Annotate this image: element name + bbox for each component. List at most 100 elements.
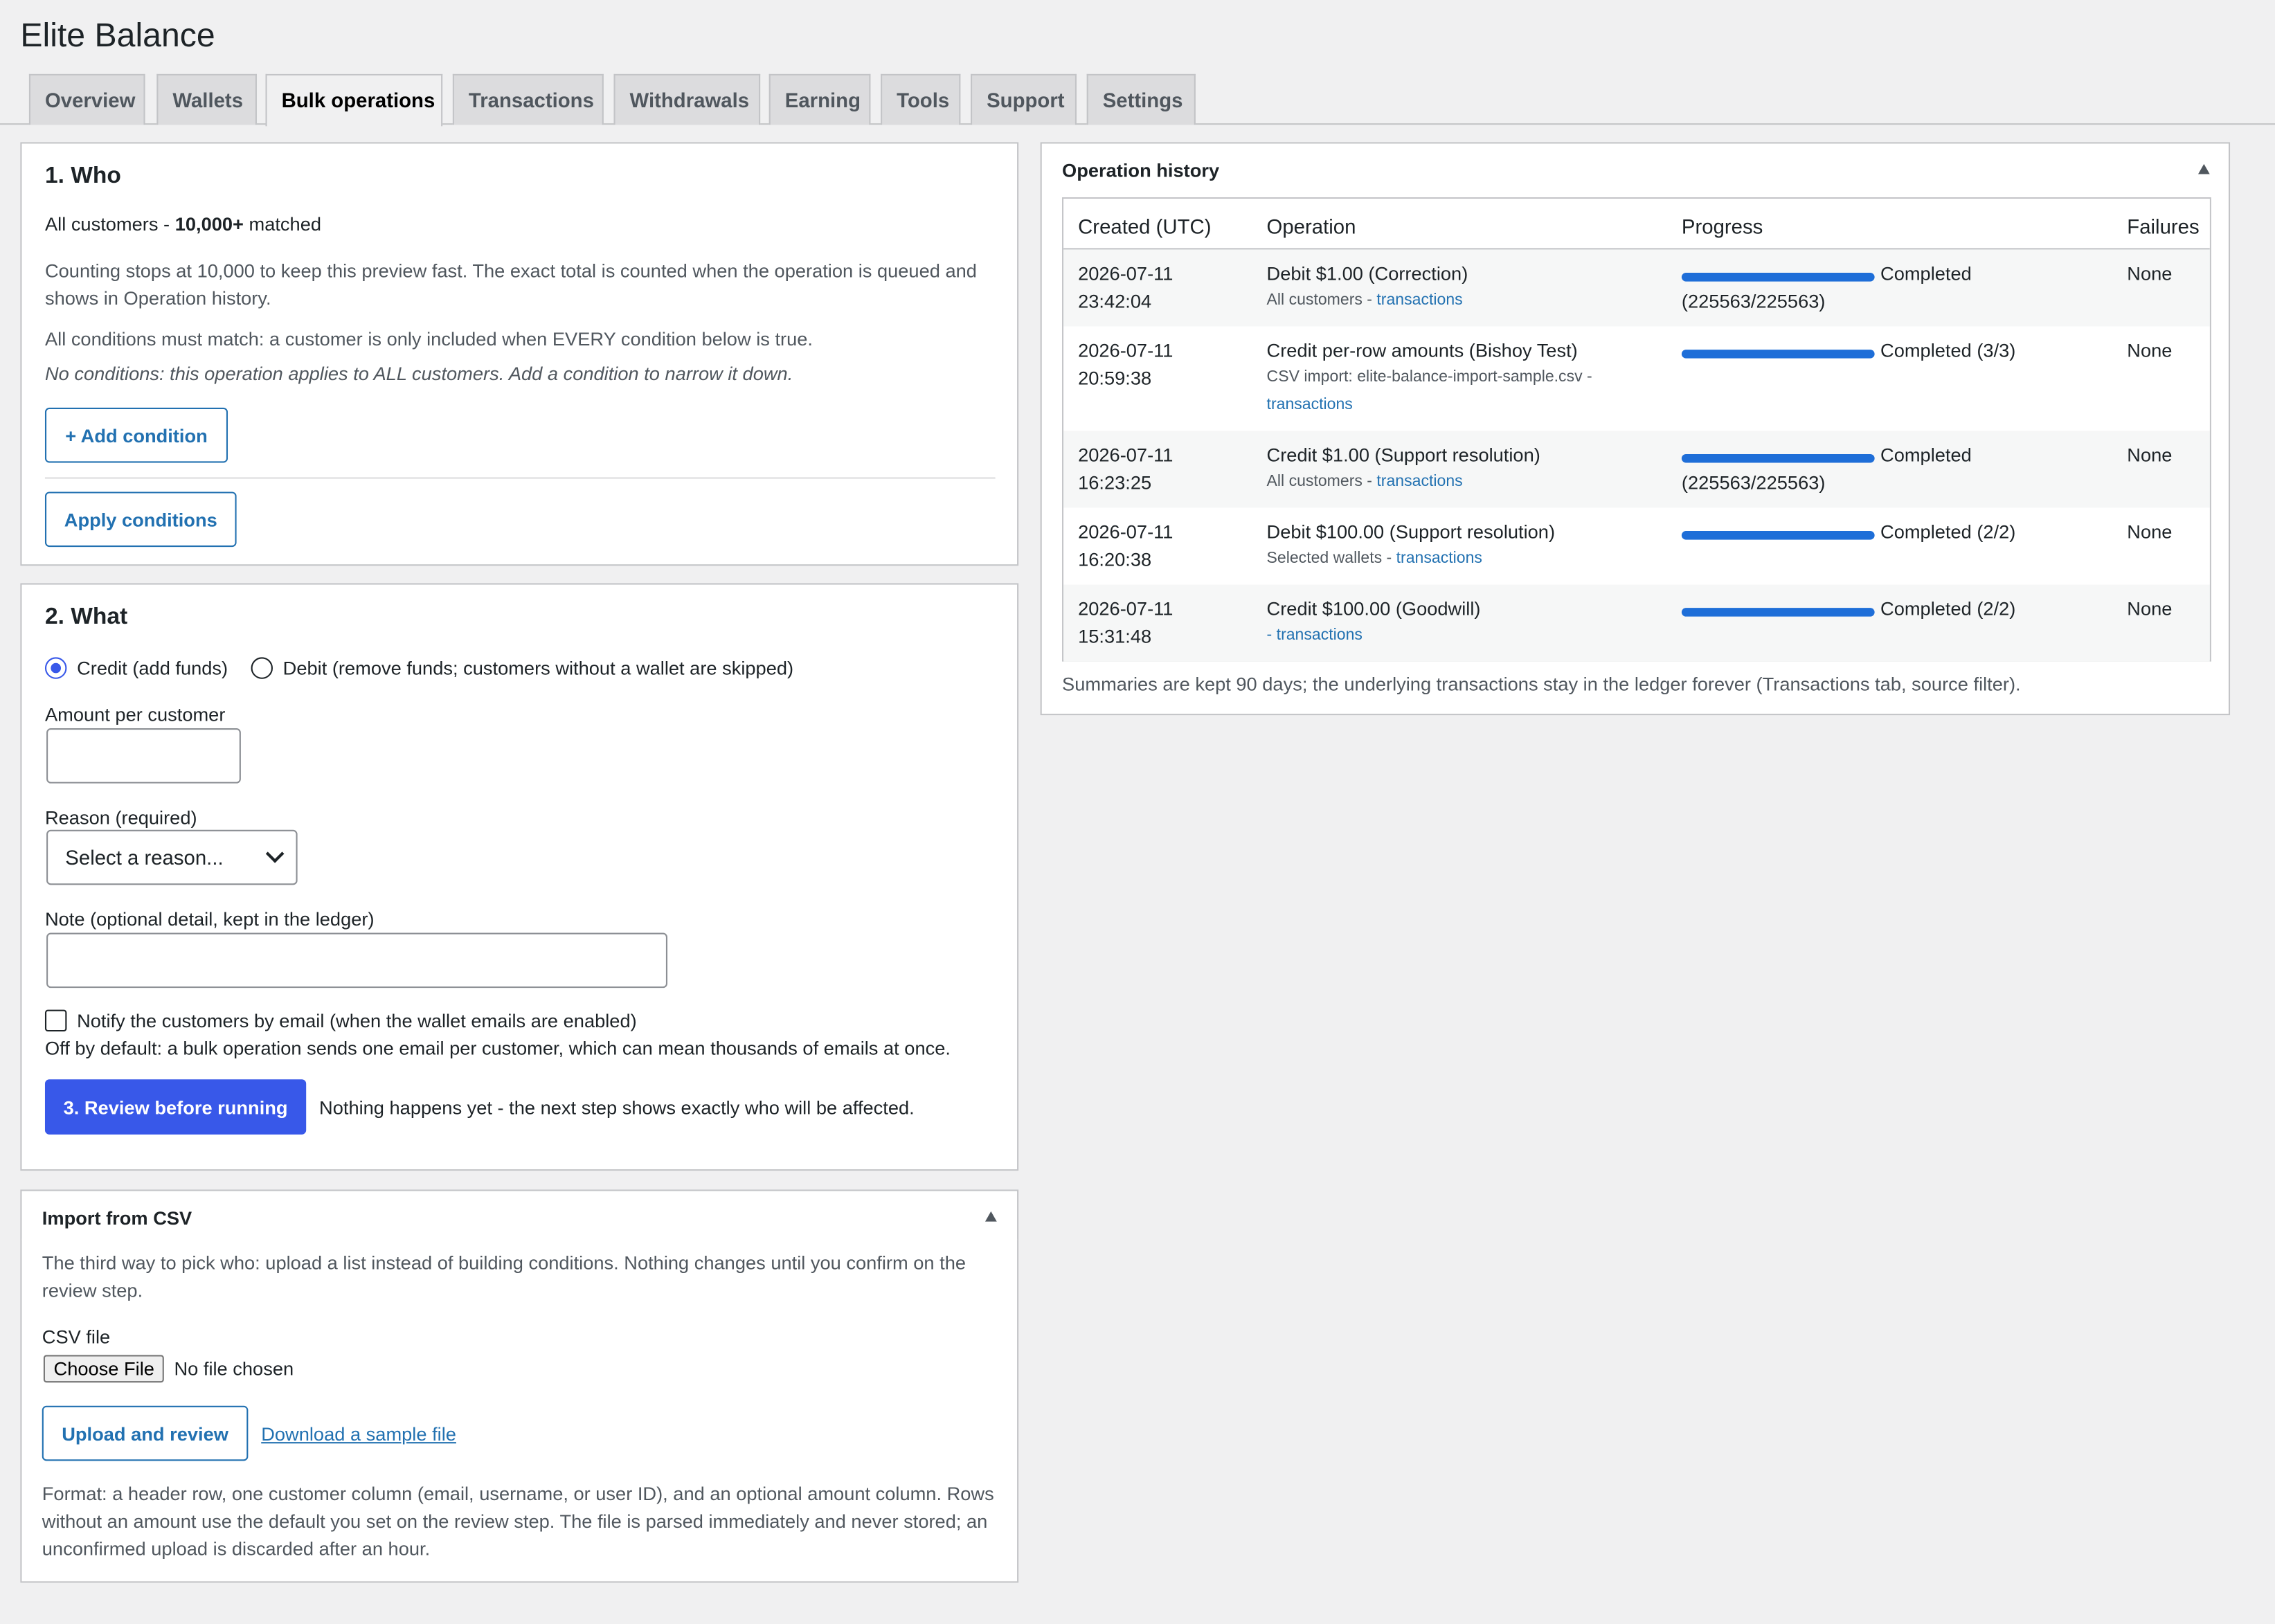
count-note-line1: Counting stops at 10,000 to keep this pr… bbox=[44, 260, 977, 282]
table-row: 2026-07-11 20:59:38 Credit per-row amoun… bbox=[1063, 326, 2210, 431]
row-time: 16:23:25 bbox=[1078, 471, 1152, 494]
row-status: Completed (2/2) bbox=[1880, 521, 2016, 543]
tab-overview[interactable]: Overview bbox=[28, 73, 145, 125]
row-status: Completed bbox=[1880, 262, 1972, 285]
row-status-count: (225563/225563) bbox=[1681, 290, 1826, 312]
what-card: 2. What Credit (add funds) Debit (remove… bbox=[20, 583, 1019, 1171]
credit-radio[interactable] bbox=[44, 657, 67, 679]
collapse-arrow-icon[interactable] bbox=[2197, 163, 2210, 174]
row-failures: None bbox=[2127, 444, 2173, 466]
csv-format-line1: Format: a header row, one customer colum… bbox=[42, 1482, 994, 1505]
reason-select-value: Select a reason... bbox=[65, 845, 224, 869]
amount-label: Amount per customer bbox=[44, 703, 226, 725]
csv-file-label: CSV file bbox=[42, 1326, 111, 1348]
row-source: CSV import: elite-balance-import-sample.… bbox=[1266, 368, 1592, 386]
row-source: All customers - transactions bbox=[1266, 291, 1463, 309]
row-source: - transactions bbox=[1266, 626, 1363, 644]
no-conditions-note: No conditions: this operation applies to… bbox=[44, 362, 793, 385]
tab-earning[interactable]: Earning bbox=[768, 73, 871, 125]
collapse-arrow-icon[interactable] bbox=[984, 1211, 997, 1222]
transactions-link[interactable]: transactions bbox=[1376, 473, 1462, 490]
transactions-link[interactable]: transactions bbox=[1376, 291, 1462, 309]
download-sample-link[interactable]: Download a sample file bbox=[261, 1423, 456, 1445]
column-header: Progress bbox=[1681, 215, 1763, 238]
note-input[interactable] bbox=[46, 932, 668, 989]
debit-label[interactable]: Debit (remove funds; customers without a… bbox=[283, 657, 793, 678]
tab-bar: Overview Wallets Bulk operations Transac… bbox=[0, 73, 2275, 127]
progress-bar bbox=[1681, 531, 1875, 540]
row-source: All customers - transactions bbox=[1266, 473, 1463, 491]
row-time: 23:42:04 bbox=[1078, 290, 1152, 312]
csv-heading: Import from CSV bbox=[42, 1207, 192, 1229]
column-header: Created (UTC) bbox=[1078, 215, 1212, 238]
row-status: Completed (3/3) bbox=[1880, 339, 2016, 361]
credit-label[interactable]: Credit (add funds) bbox=[77, 657, 228, 678]
row-source: Selected wallets - transactions bbox=[1266, 550, 1482, 568]
table-row: 2026-07-11 23:42:04 Debit $1.00 (Correct… bbox=[1063, 249, 2210, 327]
csv-intro-line1: The third way to pick who: upload a list… bbox=[42, 1252, 966, 1274]
table-header: Created (UTC) Operation Progress Failure… bbox=[1063, 199, 2210, 250]
row-time: 20:59:38 bbox=[1078, 367, 1152, 389]
transactions-link[interactable]: transactions bbox=[1267, 396, 1353, 413]
csv-card: Import from CSV The third way to pick wh… bbox=[20, 1189, 1019, 1583]
notify-help: Off by default: a bulk operation sends o… bbox=[44, 1037, 951, 1059]
row-time: 15:31:48 bbox=[1078, 625, 1152, 647]
history-card: Operation history Created (UTC) Operatio… bbox=[1040, 142, 2231, 716]
history-footer: Summaries are kept 90 days; the underlyi… bbox=[1062, 673, 2021, 695]
row-status-count: (225563/225563) bbox=[1681, 471, 1826, 494]
tab-withdrawals[interactable]: Withdrawals bbox=[613, 73, 761, 125]
column-header: Failures bbox=[2127, 215, 2200, 238]
count-note-line2: shows in Operation history. bbox=[44, 287, 271, 309]
row-source-link-line: transactions bbox=[1267, 392, 1353, 419]
match-count: 10,000+ bbox=[174, 213, 244, 235]
debit-radio[interactable] bbox=[251, 657, 273, 679]
reason-label: Reason (required) bbox=[44, 806, 197, 829]
row-date: 2026-07-11 bbox=[1078, 262, 1174, 285]
row-operation: Credit $100.00 (Goodwill) bbox=[1266, 597, 1481, 620]
history-heading: Operation history bbox=[1062, 159, 1220, 181]
row-failures: None bbox=[2127, 339, 2173, 361]
row-failures: None bbox=[2127, 262, 2173, 285]
match-summary: All customers - 10,000+ matched bbox=[44, 213, 322, 235]
notify-checkbox[interactable] bbox=[44, 1009, 67, 1032]
row-failures: None bbox=[2127, 597, 2173, 620]
row-date: 2026-07-11 bbox=[1078, 521, 1174, 543]
history-table: Created (UTC) Operation Progress Failure… bbox=[1062, 197, 2211, 662]
progress-bar bbox=[1681, 608, 1875, 617]
reason-select[interactable]: Select a reason... bbox=[46, 829, 298, 885]
upload-review-button[interactable]: Upload and review bbox=[42, 1405, 249, 1461]
tab-bulk-operations[interactable]: Bulk operations bbox=[265, 73, 443, 127]
tab-tools[interactable]: Tools bbox=[881, 73, 961, 125]
divider bbox=[44, 477, 996, 479]
row-operation: Credit $1.00 (Support resolution) bbox=[1266, 444, 1540, 466]
review-help: Nothing happens yet - the next step show… bbox=[319, 1097, 915, 1119]
amount-input[interactable] bbox=[46, 728, 241, 784]
csv-format-line3: unconfirmed upload is discarded after an… bbox=[42, 1537, 431, 1560]
csv-intro-line2: review step. bbox=[42, 1279, 143, 1301]
note-label: Note (optional detail, kept in the ledge… bbox=[44, 908, 375, 930]
tab-support[interactable]: Support bbox=[971, 73, 1077, 125]
row-failures: None bbox=[2127, 521, 2173, 543]
table-row: 2026-07-11 16:20:38 Debit $100.00 (Suppo… bbox=[1063, 507, 2210, 585]
tab-wallets[interactable]: Wallets bbox=[156, 73, 257, 125]
table-row: 2026-07-11 15:31:48 Credit $100.00 (Good… bbox=[1063, 584, 2210, 662]
apply-conditions-button[interactable]: Apply conditions bbox=[44, 491, 237, 548]
progress-bar bbox=[1681, 272, 1875, 282]
row-operation: Debit $1.00 (Correction) bbox=[1266, 262, 1468, 285]
progress-bar bbox=[1681, 453, 1875, 463]
chevron-down-icon bbox=[265, 844, 285, 863]
choose-file-button[interactable]: Choose File bbox=[43, 1355, 165, 1383]
transactions-link[interactable]: transactions bbox=[1396, 550, 1482, 567]
progress-bar bbox=[1681, 350, 1875, 359]
row-status: Completed (2/2) bbox=[1880, 597, 2016, 620]
transactions-link[interactable]: transactions bbox=[1277, 626, 1363, 644]
tab-settings[interactable]: Settings bbox=[1086, 73, 1196, 125]
no-file-text: No file chosen bbox=[174, 1357, 294, 1380]
add-condition-button[interactable]: + Add condition bbox=[44, 407, 228, 463]
who-heading: 1. Who bbox=[44, 163, 121, 189]
review-button[interactable]: 3. Review before running bbox=[44, 1079, 307, 1135]
page-title: Elite Balance bbox=[20, 16, 215, 54]
tab-transactions[interactable]: Transactions bbox=[452, 73, 604, 125]
notify-label[interactable]: Notify the customers by email (when the … bbox=[77, 1010, 637, 1031]
row-status: Completed bbox=[1880, 444, 1972, 466]
